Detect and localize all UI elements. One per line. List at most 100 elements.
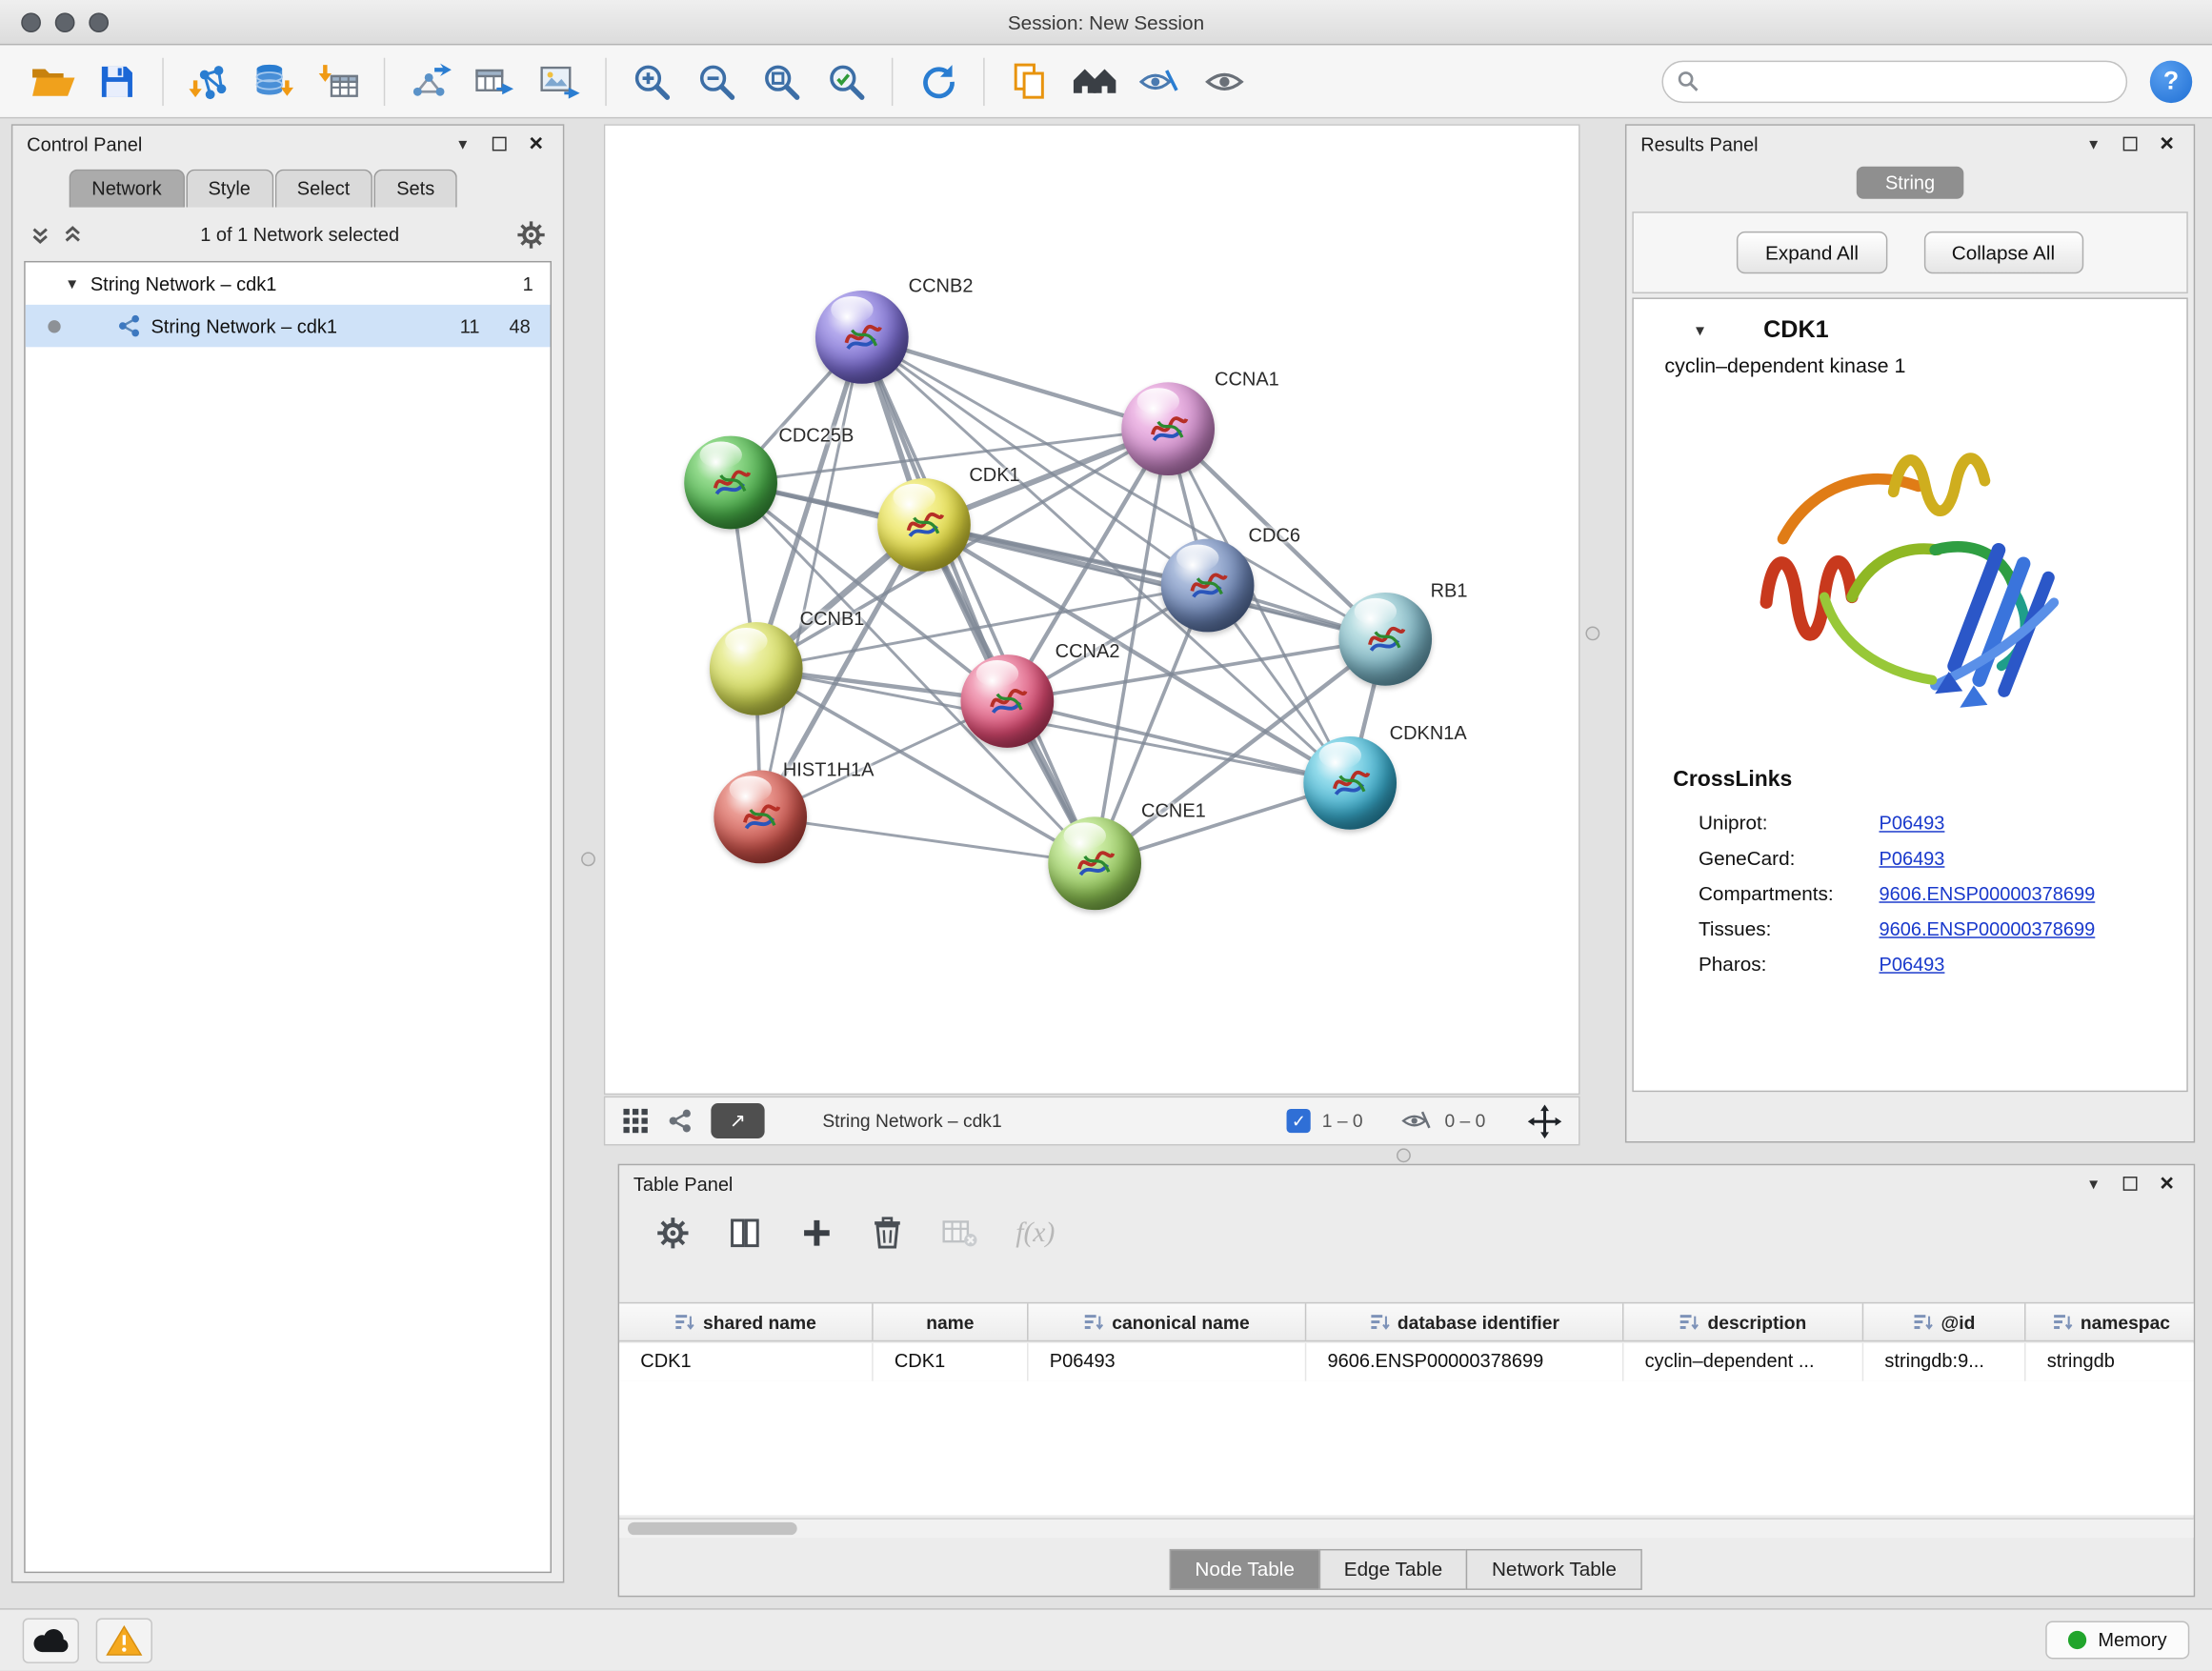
zoom-fit-button[interactable] — [749, 51, 814, 111]
network-node-HIST1H1A[interactable] — [714, 771, 807, 864]
zoom-in-button[interactable] — [619, 51, 684, 111]
column-header-canonical-name[interactable]: canonical name — [1029, 1303, 1307, 1340]
copy-button[interactable] — [997, 51, 1062, 111]
column-header-database-identifier[interactable]: database identifier — [1306, 1303, 1623, 1340]
panel-close-icon[interactable]: × — [2154, 137, 2180, 151]
birds-eye-grid-icon[interactable] — [622, 1107, 649, 1134]
import-network-database-button[interactable] — [241, 51, 306, 111]
network-node-CCNE1[interactable] — [1048, 816, 1141, 910]
network-node-CDKN1A[interactable] — [1303, 736, 1397, 830]
tab-network-table[interactable]: Network Table — [1466, 1549, 1641, 1590]
network-canvas[interactable]: CCNB2CCNA1CDC25BCDK1CDC6RB1CCNB1CCNA2CDK… — [604, 124, 1580, 1095]
network-collection-row[interactable]: ▾ String Network – cdk1 1 — [26, 262, 551, 304]
zoom-out-button[interactable] — [684, 51, 749, 111]
search-input[interactable] — [1708, 70, 2112, 91]
network-node-CCNB1[interactable] — [710, 622, 803, 715]
network-node-CDC6[interactable] — [1161, 539, 1255, 633]
panel-close-icon[interactable]: × — [2154, 1177, 2180, 1191]
gene-header-row[interactable]: ▾ CDK1 — [1634, 299, 2186, 350]
horizontal-splitter-handle[interactable] — [1397, 1148, 1411, 1162]
panel-close-icon[interactable]: × — [523, 137, 549, 151]
help-button[interactable]: ? — [2150, 60, 2192, 102]
column-header-shared-name[interactable]: shared name — [619, 1303, 874, 1340]
toolbar-search[interactable] — [1661, 60, 2127, 102]
tab-edge-table[interactable]: Edge Table — [1318, 1549, 1468, 1590]
scrollbar-thumb[interactable] — [628, 1522, 797, 1535]
warnings-button[interactable] — [96, 1618, 152, 1662]
home-button[interactable] — [1062, 51, 1127, 111]
tab-network[interactable]: Network — [70, 170, 185, 208]
import-table-button[interactable] — [306, 51, 371, 111]
node-gloss-highlight — [1064, 822, 1106, 849]
table-panel: Table Panel ▾ × f(x) shared name name ca… — [618, 1164, 2196, 1598]
selected-checkbox-icon[interactable]: ✓ — [1287, 1109, 1311, 1133]
table-row[interactable]: CDK1 CDK1 P06493 9606.ENSP00000378699 cy… — [619, 1343, 2194, 1381]
tree-expand-icon[interactable]: ▾ — [68, 273, 76, 293]
tab-node-table[interactable]: Node Table — [1170, 1549, 1320, 1590]
cloud-button[interactable] — [23, 1618, 79, 1662]
column-header-namespace[interactable]: namespac — [2026, 1303, 2197, 1340]
panel-menu-icon[interactable]: ▾ — [450, 134, 475, 154]
titlebar: Session: New Session — [0, 0, 2212, 45]
sort-icon — [674, 1313, 694, 1331]
show-columns-icon[interactable] — [728, 1216, 762, 1250]
node-label-CCNE1: CCNE1 — [1141, 800, 1206, 821]
export-table-button[interactable] — [463, 51, 528, 111]
save-session-button[interactable] — [85, 51, 150, 111]
zoom-selected-button[interactable] — [814, 51, 878, 111]
network-node-CCNA2[interactable] — [960, 654, 1054, 748]
add-column-plus-icon[interactable] — [800, 1216, 835, 1250]
panel-float-icon[interactable] — [2118, 137, 2143, 151]
memory-button[interactable]: Memory — [2046, 1621, 2190, 1659]
column-header-name[interactable]: name — [874, 1303, 1029, 1340]
network-view-statusbar: ↗ String Network – cdk1 ✓ 1 – 0 0 – 0 — [604, 1097, 1580, 1146]
open-session-button[interactable] — [20, 51, 85, 111]
expand-all-icon[interactable] — [62, 224, 83, 245]
panel-float-icon[interactable] — [2118, 1177, 2143, 1191]
tab-select[interactable]: Select — [274, 170, 372, 208]
export-network-button[interactable] — [398, 51, 463, 111]
network-edges — [605, 126, 1579, 1095]
tab-sets[interactable]: Sets — [374, 170, 457, 208]
toggle-graphics-details-button[interactable] — [1127, 51, 1192, 111]
network-node-CCNA1[interactable] — [1121, 382, 1215, 475]
apply-layout-button[interactable] — [906, 51, 971, 111]
import-network-file-button[interactable] — [176, 51, 241, 111]
network-node-CDC25B[interactable] — [684, 436, 777, 530]
network-node-CCNB2[interactable] — [815, 291, 909, 384]
open-in-window-button[interactable]: ↗ — [711, 1103, 764, 1138]
panel-menu-icon[interactable]: ▾ — [2081, 1174, 2106, 1194]
network-share-icon[interactable] — [667, 1109, 693, 1133]
column-header-id[interactable]: @id — [1863, 1303, 2025, 1340]
control-panel-title: Control Panel — [27, 133, 438, 154]
show-hide-panels-button[interactable] — [1192, 51, 1257, 111]
table-settings-gear-icon[interactable] — [656, 1216, 691, 1250]
sort-icon — [1369, 1313, 1389, 1331]
gene-collapse-icon[interactable]: ▾ — [1696, 320, 1704, 340]
crosslink-link[interactable]: 9606.ENSP00000378699 — [1879, 918, 2095, 939]
collapse-all-button[interactable]: Collapse All — [1923, 232, 2083, 273]
expand-all-button[interactable]: Expand All — [1737, 232, 1886, 273]
panel-menu-icon[interactable]: ▾ — [2081, 134, 2106, 154]
table-horizontal-scrollbar[interactable] — [619, 1518, 2194, 1538]
crosslink-link[interactable]: 9606.ENSP00000378699 — [1879, 883, 2095, 904]
crosslink-link[interactable]: P06493 — [1879, 848, 1944, 869]
column-header-description[interactable]: description — [1623, 1303, 1863, 1340]
network-view-title: String Network – cdk1 — [822, 1110, 1001, 1131]
panel-float-icon[interactable] — [487, 137, 513, 151]
export-image-button[interactable] — [528, 51, 593, 111]
pan-crosshair-icon[interactable] — [1528, 1104, 1562, 1138]
right-splitter-handle[interactable] — [1585, 626, 1599, 640]
left-splitter-handle[interactable] — [581, 852, 595, 866]
crosslink-link[interactable]: P06493 — [1879, 813, 1944, 834]
tab-style[interactable]: Style — [186, 170, 273, 208]
gear-icon[interactable] — [516, 220, 546, 250]
network-node-RB1[interactable] — [1338, 593, 1432, 686]
collapse-all-icon[interactable] — [30, 224, 50, 245]
network-row-selected[interactable]: String Network – cdk1 11 48 — [26, 305, 551, 347]
results-tab-string[interactable]: String — [1857, 167, 1962, 199]
network-node-CDK1[interactable] — [877, 478, 971, 572]
delete-table-icon-disabled — [941, 1216, 978, 1250]
delete-column-trash-icon[interactable] — [872, 1216, 903, 1250]
crosslink-link[interactable]: P06493 — [1879, 954, 1944, 975]
